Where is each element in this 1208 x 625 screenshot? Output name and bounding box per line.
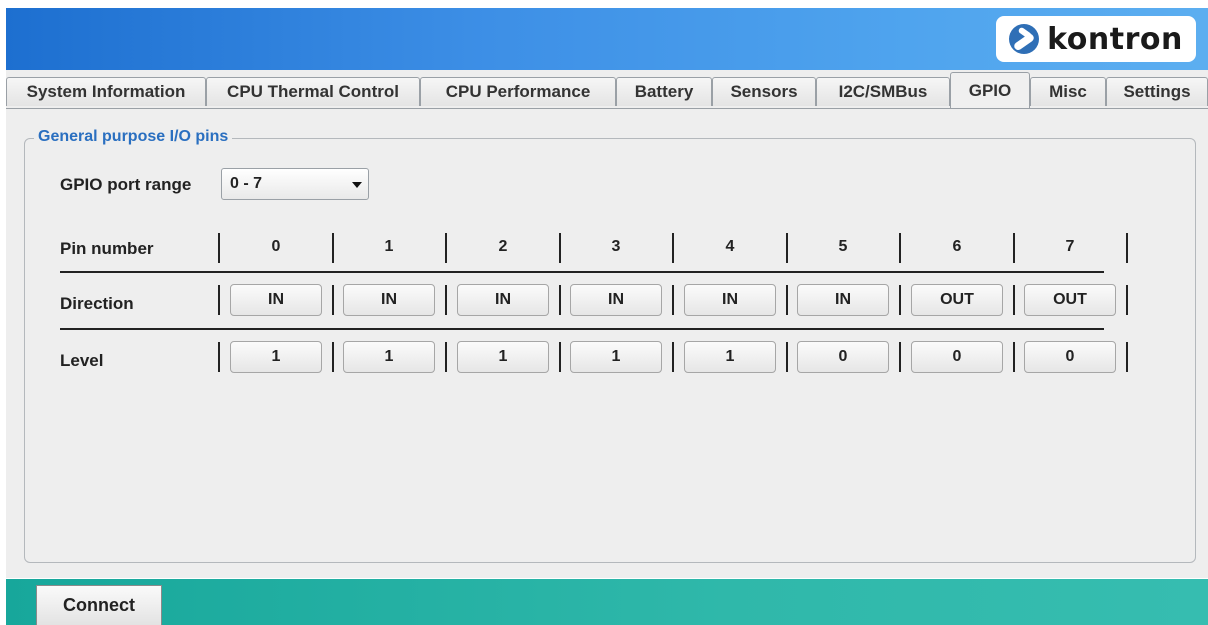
tab-i2c-smbus[interactable]: I2C/SMBus [816,77,950,106]
pin-number-2: 2 [498,238,508,255]
column-separator [559,233,561,263]
level-button-1[interactable]: 1 [343,341,435,373]
column-separator [559,285,561,315]
column-separator [672,342,674,372]
port-range-label: GPIO port range [60,175,192,194]
column-separator [786,233,788,263]
column-separator [1013,285,1015,315]
pin-number-5: 5 [838,238,848,255]
logo-text: kontron [1047,21,1183,57]
direction-button-7[interactable]: OUT [1024,284,1116,316]
column-separator [218,342,220,372]
column-separator [899,342,901,372]
row-divider [60,328,1104,330]
pin-number-7: 7 [1065,238,1075,255]
direction-button-2[interactable]: IN [457,284,549,316]
column-separator [672,285,674,315]
pin-number-label: Pin number [60,239,154,258]
direction-label: Direction [60,294,134,313]
kontron-logo: kontron [996,16,1196,62]
level-label: Level [60,351,104,370]
gpio-panel: General purpose I/O pins GPIO port range… [6,108,1208,578]
column-separator [332,285,334,315]
tab-bar: System Information CPU Thermal Control C… [6,70,1208,108]
tab-settings[interactable]: Settings [1106,77,1208,106]
column-separator [1013,342,1015,372]
direction-button-4[interactable]: IN [684,284,776,316]
pin-number-6: 6 [952,238,962,255]
tab-gpio[interactable]: GPIO [950,72,1030,108]
column-separator [1126,233,1128,263]
column-separator [786,342,788,372]
level-button-2[interactable]: 1 [457,341,549,373]
column-separator [332,233,334,263]
app-header: kontron [6,8,1208,70]
tab-sensors[interactable]: Sensors [712,77,816,106]
column-separator [899,285,901,315]
column-separator [786,285,788,315]
tab-cpu-performance[interactable]: CPU Performance [420,77,616,106]
port-range-select[interactable]: 0 - 7 [221,168,369,200]
column-separator [1013,233,1015,263]
direction-button-3[interactable]: IN [570,284,662,316]
chevron-down-icon [352,182,362,188]
row-divider [60,271,1104,273]
column-separator [332,342,334,372]
tab-battery[interactable]: Battery [616,77,712,106]
column-separator [1126,285,1128,315]
level-button-7[interactable]: 0 [1024,341,1116,373]
group-title: General purpose I/O pins [34,128,233,146]
column-separator [218,285,220,315]
level-button-3[interactable]: 1 [570,341,662,373]
tab-system-information[interactable]: System Information [6,77,206,106]
tab-cpu-thermal-control[interactable]: CPU Thermal Control [206,77,420,106]
column-separator [672,233,674,263]
column-separator [445,233,447,263]
direction-button-6[interactable]: OUT [911,284,1003,316]
column-separator [1126,342,1128,372]
connect-button[interactable]: Connect [36,585,162,625]
level-button-5[interactable]: 0 [797,341,889,373]
column-separator [218,233,220,263]
kontron-logo-icon [1009,24,1040,54]
direction-button-1[interactable]: IN [343,284,435,316]
tab-misc[interactable]: Misc [1030,77,1106,106]
direction-button-5[interactable]: IN [797,284,889,316]
column-separator [559,342,561,372]
column-separator [445,285,447,315]
pin-number-4: 4 [725,238,735,255]
level-button-6[interactable]: 0 [911,341,1003,373]
pin-number-3: 3 [611,238,621,255]
level-button-4[interactable]: 1 [684,341,776,373]
footer-bar: Connect [6,579,1208,625]
column-separator [445,342,447,372]
level-button-0[interactable]: 1 [230,341,322,373]
direction-button-0[interactable]: IN [230,284,322,316]
pin-number-1: 1 [384,238,394,255]
pin-number-0: 0 [271,238,281,255]
port-range-value: 0 - 7 [230,175,263,192]
column-separator [899,233,901,263]
